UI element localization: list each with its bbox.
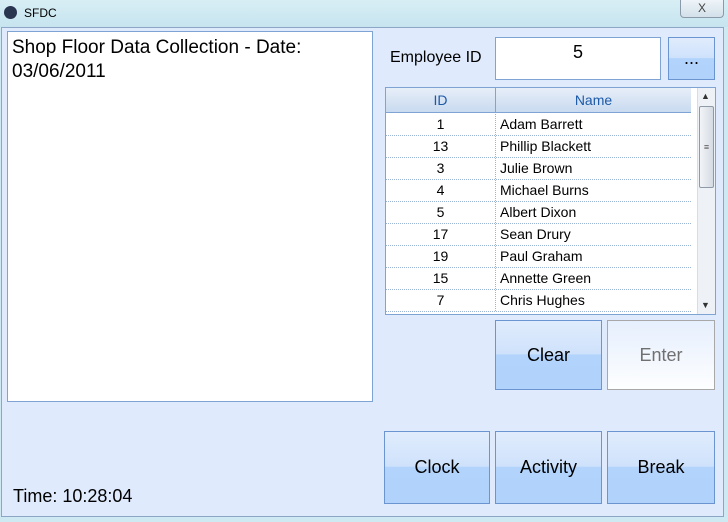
- title-bar: SFDC X: [0, 0, 728, 27]
- activity-button[interactable]: Activity: [495, 431, 602, 504]
- table-row[interactable]: 19 Paul Graham: [386, 246, 691, 268]
- column-header-id[interactable]: ID: [386, 88, 496, 112]
- cell-name: Annette Green: [500, 270, 592, 286]
- table-row[interactable]: 3 Julie Brown: [386, 158, 691, 180]
- cell-name: Paul Graham: [500, 248, 583, 264]
- clear-button[interactable]: Clear: [495, 320, 602, 390]
- cell-name: Albert Dixon: [500, 204, 577, 220]
- column-header-name[interactable]: Name: [496, 88, 691, 112]
- cell-name: Julie Brown: [500, 160, 573, 176]
- employee-id-input[interactable]: 5: [495, 37, 661, 80]
- clock-button[interactable]: Clock: [384, 431, 490, 504]
- cell-name: Phillip Blackett: [500, 138, 592, 154]
- cell-name: Sean Drury: [500, 226, 571, 242]
- time-label: Time: 10:28:04: [13, 486, 133, 506]
- employee-id-label: Employee ID: [390, 49, 482, 66]
- grid-header: ID Name: [386, 88, 691, 113]
- grid-rows: 1 Adam Barrett 13 Phillip Blackett 3 Julie Br…: [386, 114, 691, 312]
- cell-id: 4: [386, 180, 496, 201]
- cell-id: 7: [386, 290, 496, 311]
- cell-name: Adam Barrett: [500, 116, 583, 132]
- employee-grid[interactable]: ID Name 1 Adam Barrett 13 Phillip Blackett 3…: [385, 87, 716, 315]
- enter-button[interactable]: Enter: [607, 320, 715, 390]
- cell-id: 5: [386, 202, 496, 223]
- info-panel: Shop Floor Data Collection - Date: 03/06…: [7, 31, 373, 402]
- table-row[interactable]: 17 Sean Drury: [386, 224, 691, 246]
- scroll-down-icon[interactable]: ▼: [701, 300, 710, 310]
- break-button[interactable]: Break: [607, 431, 715, 504]
- close-button[interactable]: X: [680, 0, 724, 18]
- cell-id: 1: [386, 114, 496, 135]
- cell-id: 3: [386, 158, 496, 179]
- cell-id: 13: [386, 136, 496, 157]
- app-icon: [4, 6, 17, 19]
- cell-name: Michael Burns: [500, 182, 589, 198]
- cell-id: 15: [386, 268, 496, 289]
- table-row[interactable]: 15 Annette Green: [386, 268, 691, 290]
- browse-button[interactable]: ...: [668, 37, 715, 80]
- client-area: Shop Floor Data Collection - Date: 03/06…: [1, 27, 724, 517]
- table-row[interactable]: 13 Phillip Blackett: [386, 136, 691, 158]
- scroll-up-icon[interactable]: ▲: [701, 91, 710, 101]
- cell-id: 17: [386, 224, 496, 245]
- scroll-thumb[interactable]: ≡: [699, 106, 714, 188]
- cell-id: 19: [386, 246, 496, 267]
- vertical-scrollbar[interactable]: ▲ ≡ ▼: [697, 88, 715, 314]
- table-row[interactable]: 7 Chris Hughes: [386, 290, 691, 312]
- table-row[interactable]: 1 Adam Barrett: [386, 114, 691, 136]
- table-row[interactable]: 4 Michael Burns: [386, 180, 691, 202]
- cell-name: Chris Hughes: [500, 292, 585, 308]
- table-row[interactable]: 5 Albert Dixon: [386, 202, 691, 224]
- window-title: SFDC: [24, 6, 57, 20]
